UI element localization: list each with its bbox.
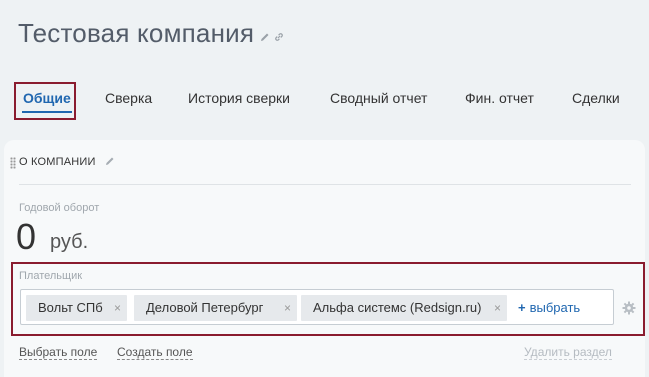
section-title: О КОМПАНИИ (19, 156, 96, 168)
payer-chip: Деловой Петербург × (134, 295, 297, 321)
page-header: Тестовая компания (18, 18, 284, 49)
choose-field-link[interactable]: Выбрать поле (19, 346, 98, 360)
page-title: Тестовая компания (18, 18, 255, 48)
link-icon[interactable] (274, 32, 284, 42)
remove-chip-icon[interactable]: × (494, 295, 501, 321)
create-field-link[interactable]: Создать поле (117, 346, 193, 360)
turnover-currency: руб. (50, 231, 89, 253)
plus-icon: + (518, 300, 526, 315)
title-actions (260, 32, 284, 42)
gear-icon[interactable] (622, 301, 636, 315)
tab-deals[interactable]: Сделки (572, 90, 620, 106)
add-payer-label: выбрать (529, 300, 581, 315)
tab-reconciliation[interactable]: Сверка (105, 90, 152, 106)
tab-highlight-frame (14, 82, 76, 120)
delete-section-link[interactable]: Удалить раздел (524, 346, 612, 360)
turnover-value: 0 (16, 216, 37, 257)
pencil-icon[interactable] (105, 156, 115, 166)
payer-chip-label: Альфа системс (Redsign.ru) (313, 300, 482, 315)
tab-financial-report[interactable]: Фин. отчет (465, 90, 534, 106)
payer-label: Плательщик (19, 270, 83, 282)
add-payer-button[interactable]: + выбрать (518, 295, 580, 321)
payer-chip: Альфа системс (Redsign.ru) × (301, 295, 507, 321)
tab-summary-report[interactable]: Сводный отчет (330, 90, 427, 106)
tab-bar: Общие Сверка История сверки Сводный отче… (0, 74, 649, 126)
pencil-icon[interactable] (260, 32, 270, 42)
payer-chip: Вольт СПб × (26, 295, 127, 321)
payer-chip-label: Вольт СПб (38, 300, 103, 315)
turnover-label: Годовой оборот (19, 202, 100, 214)
drag-handle-icon[interactable] (10, 157, 16, 169)
payer-chip-label: Деловой Петербург (146, 300, 264, 315)
remove-chip-icon[interactable]: × (114, 295, 121, 321)
company-section-card: О КОМПАНИИ (4, 140, 645, 377)
remove-chip-icon[interactable]: × (284, 295, 291, 321)
tab-reconciliation-history[interactable]: История сверки (188, 90, 290, 106)
payer-multiselect[interactable]: Вольт СПб × Деловой Петербург × Альфа си… (20, 289, 614, 325)
section-divider (19, 184, 631, 185)
